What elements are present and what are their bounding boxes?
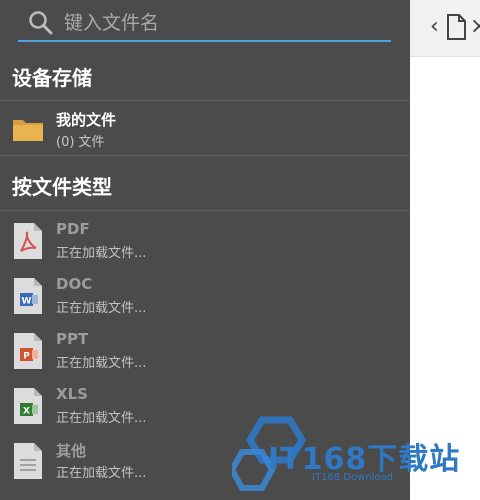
item-label: 其他 [56, 442, 87, 460]
close-icon[interactable]: × [470, 14, 480, 39]
content-pane: ‹ × [410, 0, 480, 500]
navigation-drawer: 设备存储 我的文件 (0) 文件 按文件类型 PDF 正在加载文件... W D… [0, 0, 410, 500]
item-status: 正在加载文件... [56, 411, 147, 426]
svg-text:P: P [23, 352, 30, 362]
section-title-device-storage: 设备存储 [12, 66, 92, 90]
other-file-icon [14, 443, 42, 479]
svg-text:W: W [22, 297, 32, 307]
svg-text:X: X [23, 407, 30, 417]
search-icon[interactable] [28, 10, 54, 36]
doc-icon: W [14, 278, 42, 314]
xls-icon: X [14, 388, 42, 424]
divider [0, 210, 410, 211]
item-label: PPT [56, 330, 89, 348]
content-toolbar: ‹ × [410, 0, 480, 57]
divider [0, 155, 410, 156]
item-status: 正在加载文件... [56, 246, 147, 261]
item-count: (0) 文件 [56, 135, 105, 150]
item-label: XLS [56, 385, 88, 403]
item-label: PDF [56, 220, 90, 238]
list-item-ppt[interactable]: P PPT 正在加载文件... [0, 324, 410, 378]
item-label: DOC [56, 275, 93, 293]
item-status: 正在加载文件... [56, 301, 147, 316]
document-icon[interactable] [446, 14, 466, 40]
list-item-doc[interactable]: W DOC 正在加载文件... [0, 269, 410, 323]
chevron-left-icon[interactable]: ‹ [430, 14, 439, 39]
list-item-my-files[interactable]: 我的文件 (0) 文件 [0, 103, 410, 157]
search-bar [18, 6, 391, 42]
folder-icon [13, 120, 43, 141]
pdf-icon [14, 223, 42, 259]
section-title-by-type: 按文件类型 [12, 175, 112, 199]
search-input[interactable] [62, 6, 386, 40]
divider [0, 100, 410, 101]
ppt-icon: P [14, 333, 42, 369]
watermark-subtext: IT168 Download [312, 472, 394, 483]
list-item-pdf[interactable]: PDF 正在加载文件... [0, 214, 410, 268]
list-item-xls[interactable]: X XLS 正在加载文件... [0, 379, 410, 433]
item-status: 正在加载文件... [56, 356, 147, 371]
item-status: 正在加载文件... [56, 466, 147, 481]
item-label: 我的文件 [56, 111, 117, 129]
